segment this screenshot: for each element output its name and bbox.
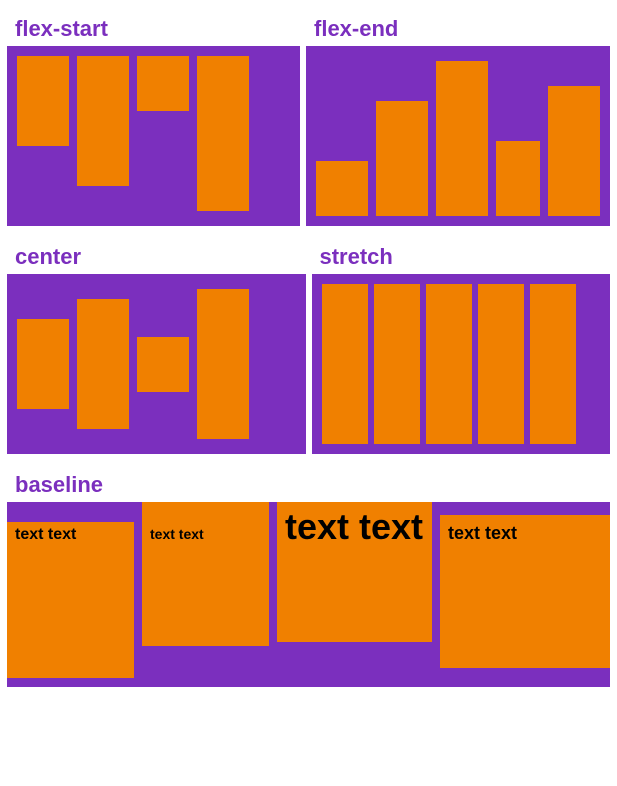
flex-end-item-4 — [496, 141, 540, 216]
flex-start-item-2 — [77, 56, 129, 186]
center-item-2 — [77, 299, 129, 429]
baseline-inner-1 — [7, 548, 134, 678]
center-demo — [7, 274, 306, 454]
stretch-item-1 — [322, 284, 368, 444]
flex-end-label: flex-end — [306, 8, 610, 46]
baseline-inner-3 — [277, 552, 432, 642]
stretch-item-5 — [530, 284, 576, 444]
baseline-inner-4 — [440, 548, 610, 668]
baseline-inner-2 — [142, 546, 269, 646]
flex-end-item-1 — [316, 161, 368, 216]
baseline-item-2: text text — [142, 502, 269, 646]
baseline-text-4: text text — [440, 515, 610, 548]
baseline-gap-2 — [269, 502, 277, 687]
flex-start-item-4 — [197, 56, 249, 211]
baseline-gap-1 — [134, 502, 142, 687]
baseline-text-1: text text — [7, 522, 134, 548]
flex-start-section: flex-start — [7, 8, 300, 226]
baseline-gap-3 — [432, 502, 440, 687]
flex-start-item-3 — [137, 56, 189, 111]
flex-end-item-5 — [548, 86, 600, 216]
flex-start-label: flex-start — [7, 8, 300, 46]
baseline-item-1: text text — [7, 522, 134, 678]
stretch-section: stretch — [312, 236, 611, 454]
center-item-1 — [17, 319, 69, 409]
center-item-4 — [197, 289, 249, 439]
center-item-3 — [137, 337, 189, 392]
stretch-item-4 — [478, 284, 524, 444]
flex-end-section: flex-end — [306, 8, 610, 226]
flex-end-item-3 — [436, 61, 488, 216]
baseline-text-3: text text — [277, 502, 432, 552]
stretch-demo — [312, 274, 611, 454]
baseline-demo: text text text text text text text text — [7, 502, 610, 687]
flex-start-demo — [7, 46, 300, 226]
center-section: center — [7, 236, 306, 454]
stretch-label: stretch — [312, 236, 611, 274]
baseline-text-2: text text — [142, 502, 269, 546]
center-label: center — [7, 236, 306, 274]
baseline-item-3: text text — [277, 502, 432, 642]
stretch-item-3 — [426, 284, 472, 444]
flex-end-item-2 — [376, 101, 428, 216]
baseline-section: baseline text text text text text text — [0, 454, 617, 687]
flex-start-item-1 — [17, 56, 69, 146]
flex-end-demo — [306, 46, 610, 226]
baseline-item-4: text text — [440, 515, 610, 668]
main-content: flex-start flex-end center — [0, 0, 617, 687]
stretch-item-2 — [374, 284, 420, 444]
baseline-label: baseline — [7, 464, 610, 502]
